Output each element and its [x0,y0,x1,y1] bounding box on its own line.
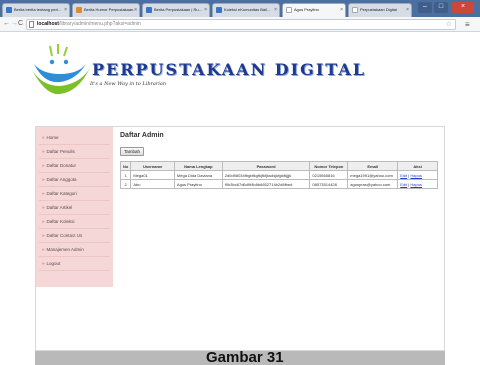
cell-no: 1 [119,170,132,180]
close-tab-icon[interactable]: × [204,7,207,13]
bullet-icon: » [42,205,45,210]
page-icon [29,21,34,28]
sidebar-item-koleksi[interactable]: » Daftar Koleksi [39,215,110,229]
browser-tab-bar: Berita berita tentang perl... × Berita H… [0,0,480,17]
bullet-icon: » [42,261,45,266]
figure-caption: Gambar 31 [206,350,284,365]
close-tab-icon[interactable]: × [64,7,67,13]
forward-icon[interactable]: → [11,20,18,27]
sidebar-item-home[interactable]: » Home [39,131,110,145]
page-icon [286,7,292,13]
close-tab-icon[interactable]: × [340,7,343,13]
admin-table: No Username Nama Lengkap Password Nomor … [119,161,438,189]
bookmark-star-icon[interactable]: ☆ [446,20,452,29]
sidebar-item-anggota[interactable]: » Daftar Anggota [39,173,110,187]
table-header-row: No Username Nama Lengkap Password Nomor … [119,161,438,171]
cell-name: Mega Dida Daviana [173,170,223,180]
page-title: Daftar Admin [120,132,164,139]
browser-tab[interactable]: Berita berita tentang perl... × [2,3,70,17]
cell-password: 2d0d98034fbgbfkgfkjfkfjksdsjkfgkfkjjjk [221,170,311,180]
close-tab-icon[interactable]: × [406,7,409,13]
bullet-icon: » [42,163,45,168]
column-header: Nomor Telepon [309,161,349,171]
delete-link[interactable]: Hapus [410,173,422,178]
browser-tab[interactable]: Berita Humor Perpustakaan... × [72,3,140,17]
minimize-button[interactable]: – [418,2,432,13]
cell-no: 2 [119,179,132,189]
sidebar-item-donatur[interactable]: » Daftar Donatur [39,159,110,173]
table-row: 1 Mega01 Mega Dida Daviana 2d0d98034fbgb… [119,170,438,180]
edit-link[interactable]: Edit [400,182,407,187]
smiley-book-icon [32,44,90,95]
add-admin-button[interactable]: Tambah [120,147,145,156]
delete-link[interactable]: Hapus [410,182,422,187]
favicon-icon [6,7,12,13]
cell-actions: Edit | Hapus [397,170,438,180]
cell-phone: 08573514428 [309,179,349,189]
column-header: Password [221,161,311,171]
reload-icon[interactable]: C [18,20,23,27]
table-row: 2 Abu Agus Prayitno f0b3bc67d6d9f4b8b665… [119,179,438,189]
cell-email: aguspras@yahoo.com [347,179,399,189]
sidebar-item-contact-us[interactable]: » Daftar Contact Us [39,229,110,243]
bullet-icon: » [42,135,45,140]
cell-username: Abu [130,179,175,189]
cell-phone: 0215565816 [309,170,349,180]
favicon-icon [216,7,222,13]
favicon-icon [146,7,152,13]
cell-username: Mega01 [130,170,175,180]
edit-link[interactable]: Edit [400,173,407,178]
brand-tagline: It's a New Way in to Librarian [90,81,167,87]
page-icon [352,7,358,13]
back-icon[interactable]: ← [3,20,10,27]
close-tab-icon[interactable]: × [274,7,277,13]
browser-tab[interactable]: Berita Perpustakaan | Ru... × [142,3,210,17]
sidebar-item-logout[interactable]: » Logout [39,257,110,271]
address-bar: ← → C localhost/library/admin/menu.php?a… [0,17,480,32]
bullet-icon: » [42,247,45,252]
sidebar-item-kategori[interactable]: » Daftar Kategori [39,187,110,201]
content-frame: » Home » Daftar Penulis » Daftar Donatur » D… [35,126,445,351]
site-logo[interactable]: PERPUSTAKAAN DIGITAL It's a New Way in t… [30,44,364,104]
url-input[interactable]: localhost/library/admin/menu.php?aksi=ad… [26,19,456,30]
sidebar-item-artikel[interactable]: » Daftar Artikel [39,201,110,215]
maximize-button[interactable]: □ [434,2,448,13]
column-header: Aksi [397,161,438,171]
bullet-icon: » [42,149,45,154]
column-header: Username [130,161,175,171]
column-header: No [119,161,132,171]
bullet-icon: » [42,233,45,238]
column-header: Email [347,161,399,171]
bullet-icon: » [42,191,45,196]
favicon-icon [76,7,82,13]
browser-tab-active[interactable]: Agus Prayitno × [282,3,346,17]
cell-email: mega1991@yahoo.com [347,170,399,180]
bullet-icon: » [42,219,45,224]
sidebar-item-manajemen-admin[interactable]: » Manajemen Admin [39,243,110,257]
cell-password: f0b3bc67d6d9f4b8b6652714b2d8fbed [221,179,311,189]
url-host: localhost [37,21,59,27]
menu-icon[interactable]: ≡ [465,20,470,29]
cell-actions: Edit | Hapus [397,179,438,189]
sidebar-item-penulis[interactable]: » Daftar Penulis [39,145,110,159]
close-window-button[interactable]: × [452,2,474,13]
main-content: Daftar Admin Tambah No Username Nama Len… [119,132,438,189]
column-header: Nama Lengkap [173,161,223,171]
browser-tab[interactable]: Perpustakaan Digital × [348,3,412,17]
sidebar-menu: » Home » Daftar Penulis » Daftar Donatur » D… [36,127,113,287]
cell-name: Agus Prayitno [173,179,223,189]
url-path: /library/admin/menu.php?aksi=admin [58,21,141,27]
close-tab-icon[interactable]: × [134,7,137,13]
brand-title: PERPUSTAKAAN DIGITAL [92,60,366,79]
bullet-icon: » [42,177,45,182]
browser-tab[interactable]: Koleksi eKomunitas Bali... × [212,3,280,17]
